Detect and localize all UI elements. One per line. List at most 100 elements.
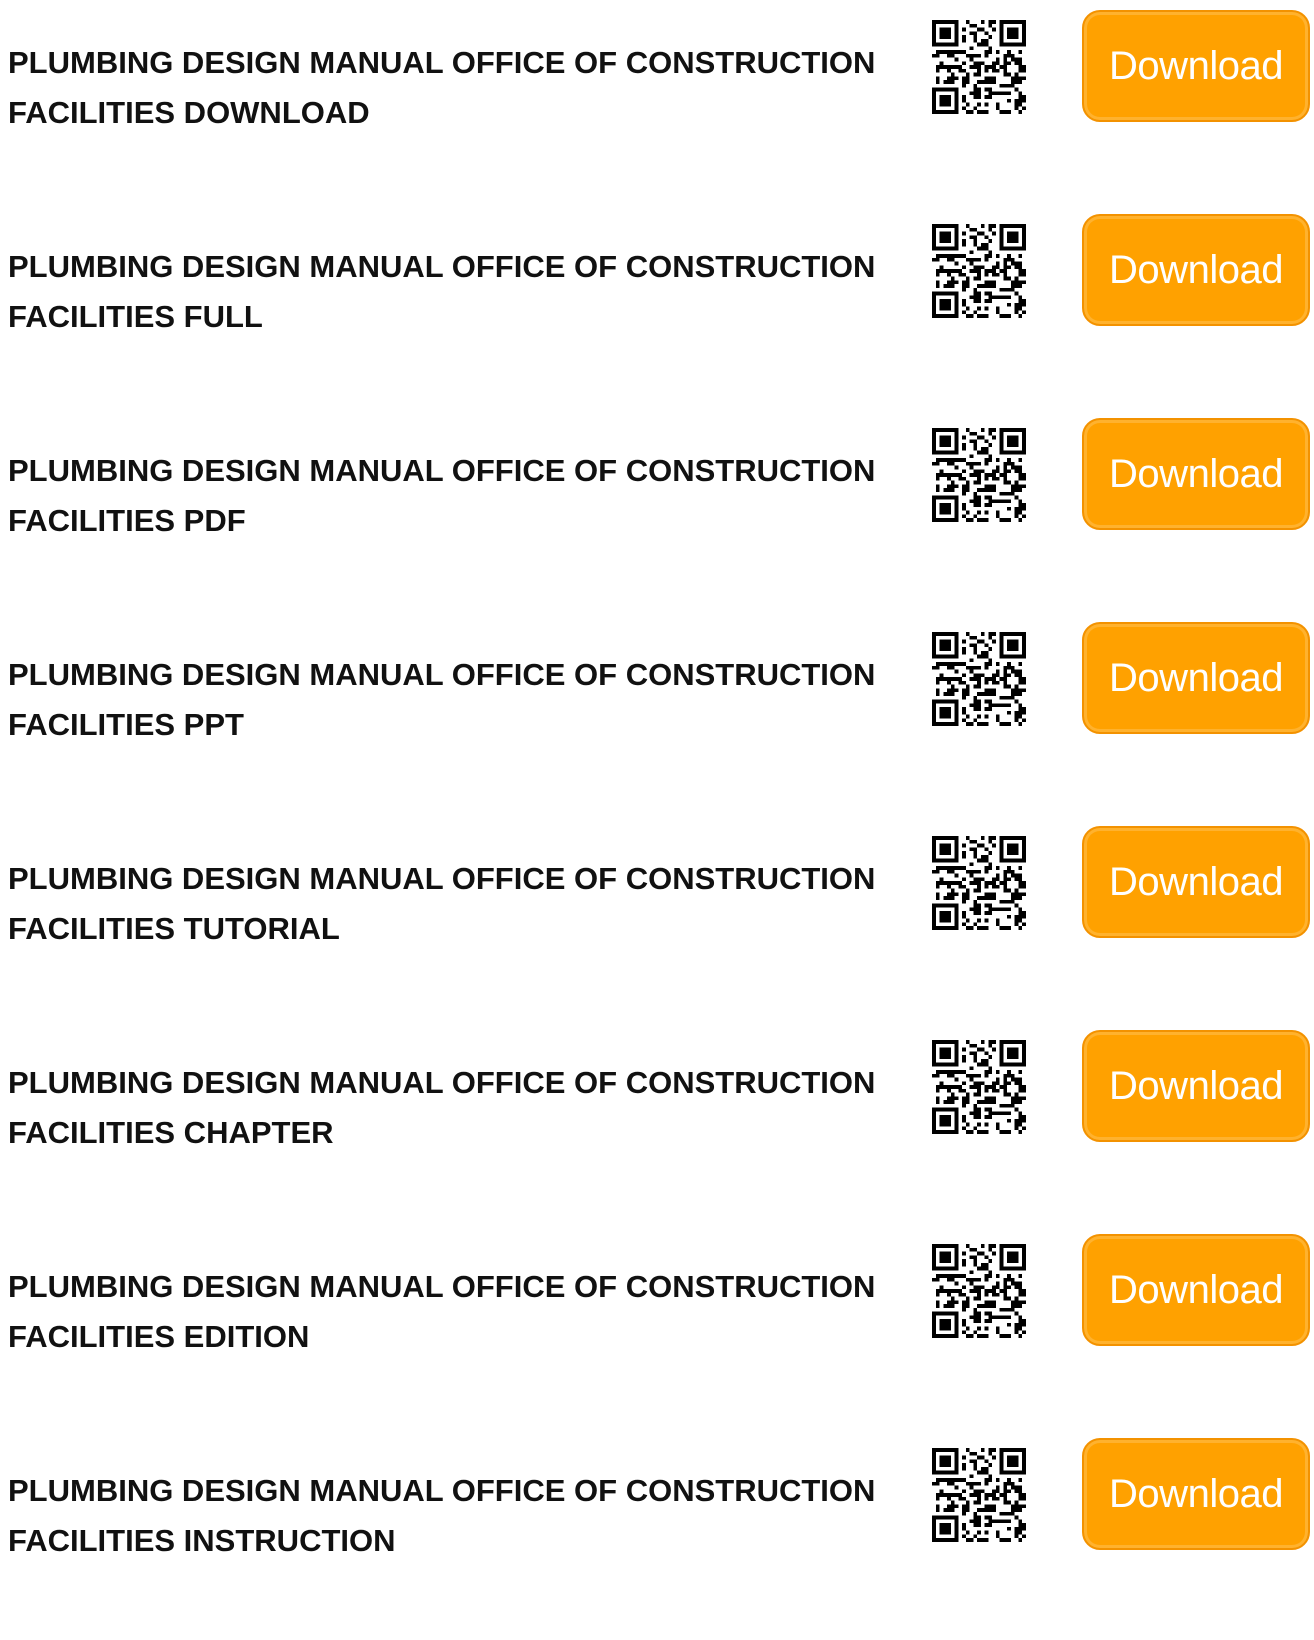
qr-module [1014, 843, 1019, 848]
qr-module [965, 484, 970, 489]
qr-module [1014, 643, 1019, 648]
qr-module [969, 1281, 974, 1286]
qr-module [995, 1478, 1000, 1482]
qr-module [954, 91, 959, 96]
qr-module [962, 50, 966, 54]
download-button[interactable]: Download [1082, 1030, 1310, 1142]
qr-module [1003, 257, 1008, 262]
download-button[interactable]: Download [1082, 1234, 1310, 1346]
qr-module [984, 53, 989, 58]
qr-module [965, 722, 970, 726]
qr-module [999, 446, 1004, 451]
qr-module [988, 839, 993, 844]
qr-module [1018, 1530, 1023, 1535]
qr-module [1014, 1326, 1019, 1331]
qr-module [939, 1493, 944, 1497]
qr-module [935, 518, 940, 522]
qr-module [932, 1266, 936, 1271]
qr-module [977, 295, 981, 300]
qr-module [1010, 284, 1015, 288]
qr-module [973, 869, 978, 874]
qr-module [935, 42, 940, 47]
qr-module [950, 1107, 955, 1112]
qr-module [950, 699, 955, 704]
qr-module [1022, 639, 1026, 644]
qr-module [969, 873, 974, 878]
qr-module [1022, 231, 1026, 236]
download-button[interactable]: Download [1082, 622, 1310, 734]
qr-module [1003, 695, 1008, 700]
qr-module [962, 639, 966, 644]
qr-module [1007, 1244, 1011, 1248]
qr-module [943, 1319, 948, 1323]
qr-module [1010, 76, 1015, 81]
qr-module [1003, 1519, 1008, 1524]
qr-module [977, 231, 981, 236]
qr-module [977, 102, 981, 107]
download-button[interactable]: Download [1082, 214, 1310, 326]
qr-module [1018, 98, 1023, 103]
qr-module [965, 72, 970, 77]
qr-module [995, 1326, 1000, 1331]
qr-module [999, 722, 1004, 726]
qr-module [1022, 1040, 1026, 1044]
qr-module [973, 1107, 978, 1112]
download-button[interactable]: Download [1082, 826, 1310, 938]
qr-module [977, 1319, 981, 1323]
qr-module [992, 1088, 996, 1093]
item-title: PLUMBING DESIGN MANUAL OFFICE OF CONSTRU… [8, 861, 876, 946]
qr-module [962, 911, 966, 915]
qr-module [1010, 654, 1015, 659]
download-button-label: Download [1109, 43, 1283, 88]
qr-module [980, 1040, 985, 1044]
qr-module [980, 110, 985, 114]
qr-module [1014, 488, 1019, 492]
qr-module [1010, 443, 1015, 447]
download-button[interactable]: Download [1082, 418, 1310, 530]
download-button[interactable]: Download [1082, 10, 1310, 122]
qr-module [1010, 639, 1015, 644]
qr-module [950, 314, 955, 318]
qr-module [947, 435, 951, 440]
qr-module [943, 488, 948, 492]
qr-module [962, 27, 966, 32]
qr-module [965, 1122, 970, 1127]
qr-module [973, 83, 978, 88]
qr-module [943, 1455, 948, 1460]
qr-module [980, 1251, 985, 1256]
qr-module [969, 1334, 974, 1338]
qr-module [935, 488, 940, 492]
qr-module [935, 1088, 940, 1093]
qr-module [988, 1493, 993, 1497]
qr-module [1018, 1448, 1023, 1452]
qr-module [999, 843, 1004, 848]
qr-module [1014, 102, 1019, 107]
qr-module [1007, 1070, 1011, 1074]
qr-module [943, 1251, 948, 1256]
qr-module [969, 250, 974, 255]
qr-module [969, 1485, 974, 1490]
qr-module [943, 450, 948, 455]
qr-module [977, 654, 981, 659]
qr-module [947, 280, 951, 285]
qr-module [943, 1530, 948, 1535]
qr-module [977, 257, 981, 262]
qr-module [1018, 306, 1023, 311]
qr-module [1014, 1281, 1019, 1286]
qr-module [988, 1508, 993, 1512]
qr-module [1010, 836, 1015, 840]
qr-module [1010, 643, 1015, 648]
qr-module [932, 510, 936, 515]
qr-module [1018, 465, 1023, 470]
qr-module [992, 1047, 996, 1052]
qr-module [954, 903, 959, 908]
qr-module [962, 1455, 966, 1460]
qr-module [1014, 284, 1019, 288]
qr-module [932, 1470, 936, 1475]
qr-module [992, 27, 996, 32]
download-button[interactable]: Download [1082, 1438, 1310, 1550]
qr-module [947, 847, 951, 852]
qr-module [932, 858, 936, 863]
qr-module [939, 435, 944, 440]
qr-module [1014, 27, 1019, 32]
